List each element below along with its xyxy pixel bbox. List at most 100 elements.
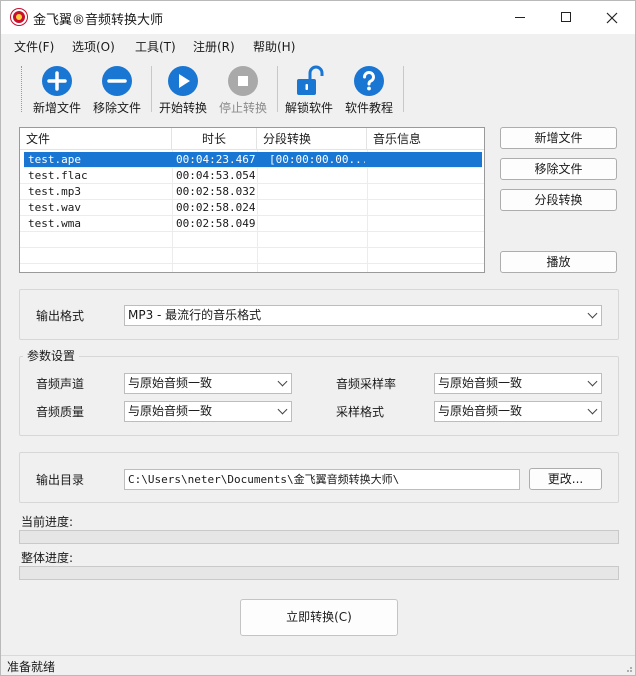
minus-circle-icon xyxy=(102,66,132,96)
channel-select[interactable]: 与原始音频一致 xyxy=(124,373,292,394)
cell-info xyxy=(369,216,479,232)
toolbar-add-file-button[interactable]: 新增文件 xyxy=(27,62,87,116)
menu-help[interactable]: 帮助(H) xyxy=(253,38,295,55)
cell-info xyxy=(369,152,479,168)
chevron-down-icon xyxy=(587,308,598,319)
samplerate-select[interactable]: 与原始音频一致 xyxy=(434,373,602,394)
cell-file: test.flac xyxy=(28,169,88,182)
params-group xyxy=(19,356,619,436)
chevron-down-icon xyxy=(277,404,288,415)
toolbar: 新增文件 移除文件 开始转换 停止转换 解锁软件 软件教程 xyxy=(1,58,635,118)
remove-file-button[interactable]: 移除文件 xyxy=(500,158,617,180)
current-progress-bar xyxy=(19,530,619,544)
cell-segment: [00:00:00.00... xyxy=(269,153,365,166)
toolbar-stop-label: 停止转换 xyxy=(218,101,267,115)
menu-tools[interactable]: 工具(T) xyxy=(135,38,176,55)
toolbar-separator xyxy=(277,66,278,112)
cell-segment xyxy=(269,216,365,232)
quality-label: 音频质量 xyxy=(36,405,85,419)
maximize-button[interactable] xyxy=(543,1,589,34)
overall-progress-bar xyxy=(19,566,619,580)
empty-row xyxy=(20,248,484,264)
stop-circle-icon xyxy=(228,66,258,96)
samplerate-value: 与原始音频一致 xyxy=(438,376,523,390)
play-button[interactable]: 播放 xyxy=(500,251,617,273)
cell-segment xyxy=(269,200,365,216)
toolbar-separator xyxy=(403,66,404,112)
sampleformat-value: 与原始音频一致 xyxy=(438,404,523,418)
column-header-file[interactable]: 文件 xyxy=(20,128,172,150)
output-dir-input[interactable]: C:\Users\neter\Documents\金飞翼音频转换大师\ xyxy=(124,469,520,490)
close-icon xyxy=(606,12,618,24)
cell-segment xyxy=(269,168,365,184)
samplerate-label: 音频采样率 xyxy=(336,377,397,391)
toolbar-stop-button[interactable]: 停止转换 xyxy=(213,62,273,116)
column-header-segment[interactable]: 分段转换 xyxy=(257,128,367,150)
table-row[interactable]: test.wma 00:02:58.049 xyxy=(20,216,484,232)
chevron-down-icon xyxy=(587,404,598,415)
output-format-select[interactable]: MP3 - 最流行的音乐格式 xyxy=(124,305,602,326)
toolbar-grip[interactable] xyxy=(21,66,23,112)
cell-info xyxy=(369,168,479,184)
table-row[interactable]: test.mp3 00:02:58.032 xyxy=(20,184,484,200)
cell-duration: 00:04:53.054 xyxy=(176,169,256,182)
file-list-rows: test.ape 00:04:23.467 [00:00:00.00... te… xyxy=(20,152,484,264)
toolbar-remove-file-button[interactable]: 移除文件 xyxy=(87,62,147,116)
title-bar: 金飞翼®音频转换大师 xyxy=(1,1,635,34)
cell-file: test.mp3 xyxy=(28,185,81,198)
menu-bar: 文件(F) 选项(O) 工具(T) 注册(R) 帮助(H) xyxy=(1,34,635,57)
toolbar-separator xyxy=(151,66,152,112)
segment-convert-button[interactable]: 分段转换 xyxy=(500,189,617,211)
menu-register[interactable]: 注册(R) xyxy=(193,38,235,55)
cell-duration: 00:02:58.049 xyxy=(176,217,256,230)
quality-select[interactable]: 与原始音频一致 xyxy=(124,401,292,422)
file-list-header: 文件 时长 分段转换 音乐信息 xyxy=(20,128,484,150)
table-row[interactable]: test.ape 00:04:23.467 [00:00:00.00... xyxy=(24,152,482,168)
toolbar-tutorial-button[interactable]: 软件教程 xyxy=(339,62,399,116)
cell-duration: 00:04:23.467 xyxy=(176,153,256,166)
unlock-icon xyxy=(297,65,324,95)
minimize-button[interactable] xyxy=(497,1,543,34)
add-file-button[interactable]: 新增文件 xyxy=(500,127,617,149)
plus-circle-icon xyxy=(42,66,72,96)
convert-now-button[interactable]: 立即转换(C) xyxy=(240,599,398,636)
sampleformat-label: 采样格式 xyxy=(336,405,385,419)
cell-info xyxy=(369,184,479,200)
menu-options[interactable]: 选项(O) xyxy=(72,38,115,55)
output-dir-label: 输出目录 xyxy=(36,473,85,487)
toolbar-start-button[interactable]: 开始转换 xyxy=(153,62,213,116)
app-window: 金飞翼®音频转换大师 文件(F) 选项(O) 工具(T) 注册(R) 帮助(H)… xyxy=(0,0,636,676)
toolbar-unlock-label: 解锁软件 xyxy=(284,101,333,115)
quality-value: 与原始音频一致 xyxy=(128,404,213,418)
cell-duration: 00:02:58.032 xyxy=(176,185,256,198)
status-bar: 准备就绪 xyxy=(1,655,635,675)
app-logo-icon xyxy=(11,9,27,25)
toolbar-start-label: 开始转换 xyxy=(158,101,207,115)
cell-file: test.wma xyxy=(28,217,81,230)
channel-label: 音频声道 xyxy=(36,377,85,391)
cell-file: test.wav xyxy=(28,201,81,214)
table-row[interactable]: test.wav 00:02:58.024 xyxy=(20,200,484,216)
params-group-title: 参数设置 xyxy=(23,347,80,364)
file-list[interactable]: 文件 时长 分段转换 音乐信息 test.ape 00:04:23.467 [0… xyxy=(19,127,485,273)
current-progress-label: 当前进度: xyxy=(21,515,74,529)
sampleformat-select[interactable]: 与原始音频一致 xyxy=(434,401,602,422)
window-title: 金飞翼®音频转换大师 xyxy=(33,13,164,28)
output-format-value: MP3 - 最流行的音乐格式 xyxy=(128,308,262,322)
table-row[interactable]: test.flac 00:04:53.054 xyxy=(20,168,484,184)
column-header-duration[interactable]: 时长 xyxy=(172,128,257,150)
close-button[interactable] xyxy=(589,1,635,34)
cell-segment xyxy=(269,184,365,200)
resize-grip-icon[interactable] xyxy=(623,663,633,673)
play-circle-icon xyxy=(168,66,198,96)
toolbar-unlock-button[interactable]: 解锁软件 xyxy=(279,62,339,116)
output-format-label: 输出格式 xyxy=(36,309,85,323)
column-header-music-info[interactable]: 音乐信息 xyxy=(367,128,484,150)
chevron-down-icon xyxy=(277,376,288,387)
cell-duration: 00:02:58.024 xyxy=(176,201,256,214)
maximize-icon xyxy=(561,12,571,22)
empty-row xyxy=(20,232,484,248)
menu-file[interactable]: 文件(F) xyxy=(14,38,54,55)
status-text: 准备就绪 xyxy=(7,660,56,674)
change-dir-button[interactable]: 更改... xyxy=(529,468,602,490)
